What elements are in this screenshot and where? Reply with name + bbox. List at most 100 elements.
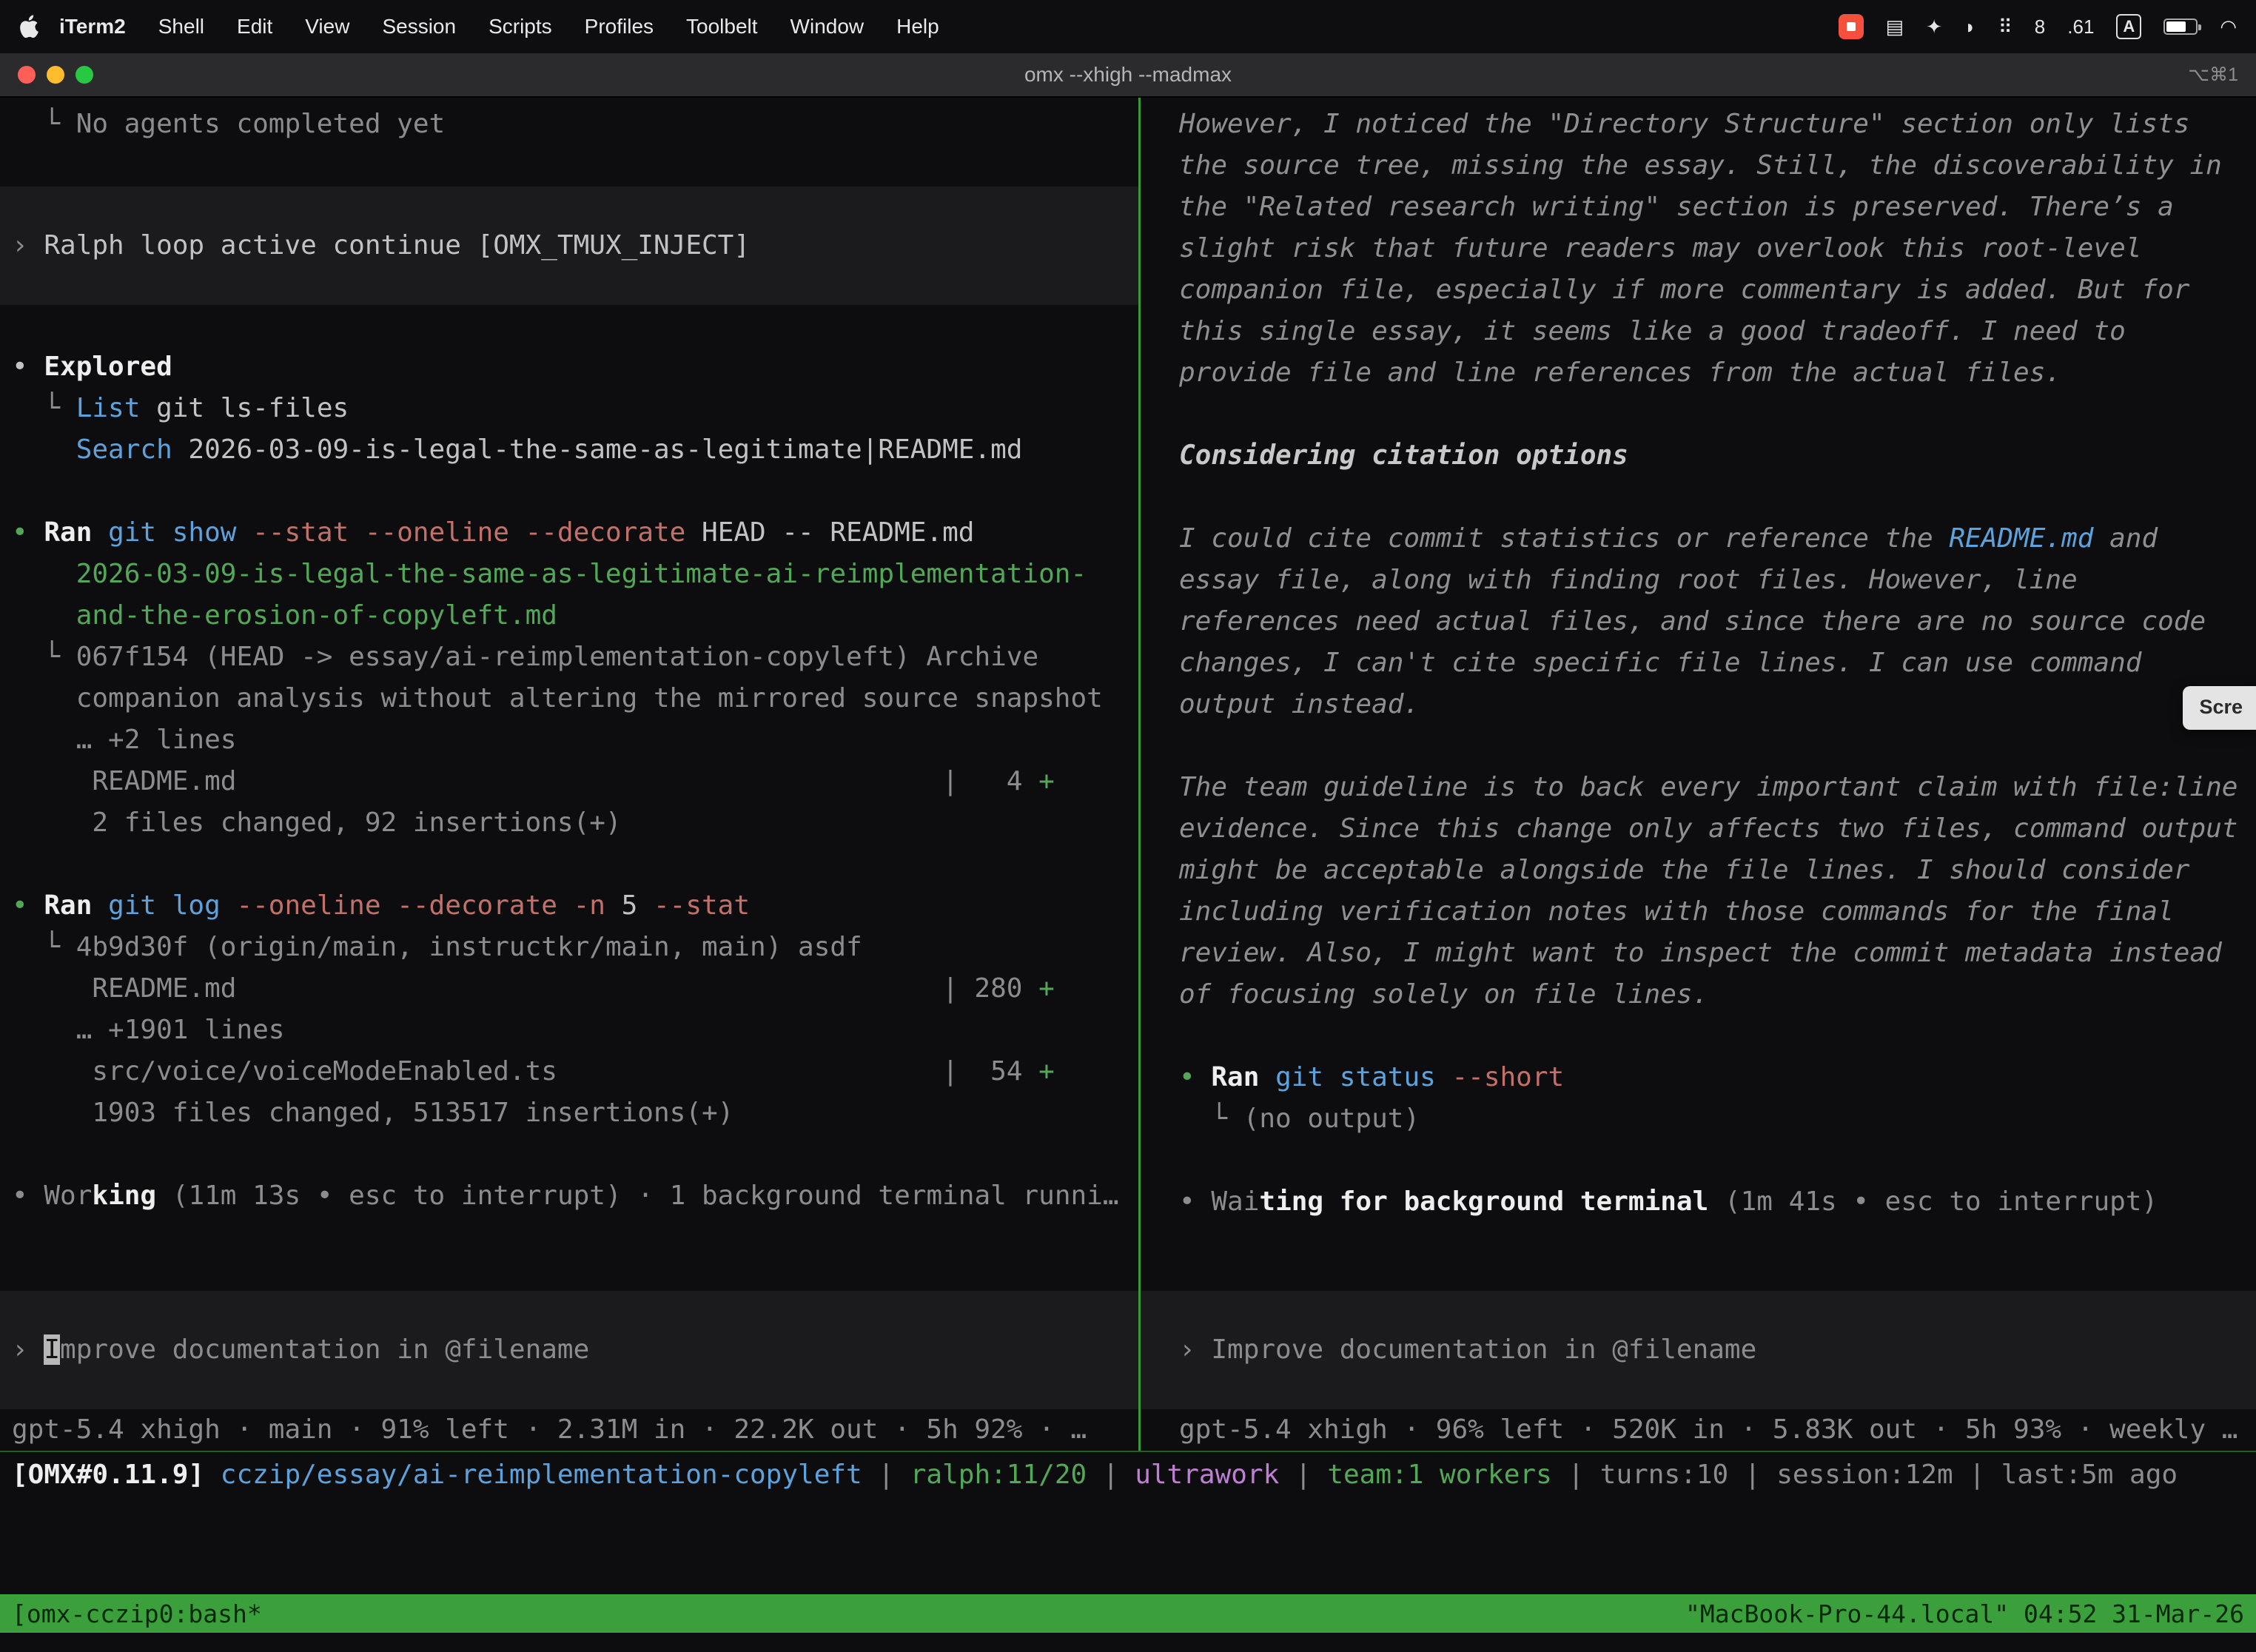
zoom-button[interactable] (75, 66, 93, 84)
menu-item-profiles[interactable]: Profiles (568, 15, 670, 38)
text-run: 2 files changed, 92 insertions(+) (12, 807, 622, 838)
text-run: ralph:11/20 (910, 1460, 1087, 1490)
terminal-line: review. Also, I might want to inspect th… (1141, 933, 2256, 974)
terminal-line: 2 files changed, 92 insertions(+) (0, 802, 1138, 844)
text-run: --stat (654, 890, 750, 921)
text-run: of focusing solely on file lines. (1179, 979, 1708, 1010)
text-run: [OMX#0.11.9] (12, 1460, 221, 1490)
battery-icon[interactable] (2163, 19, 2198, 35)
text-run: changes, I can't cite specific file line… (1179, 648, 2141, 678)
wifi-icon[interactable]: ◠ (2220, 14, 2237, 39)
app-grid-icon[interactable]: ⠿ (1998, 14, 2012, 39)
text-run: --stat --oneline --decorate (252, 517, 702, 548)
terminal-line: The team guideline is to back every impo… (1141, 767, 2256, 808)
prompt-input-line[interactable]: › Improve documentation in @filename (0, 1329, 1138, 1371)
text-run: last:5m ago (2001, 1460, 2178, 1490)
tmux-session-info: [omx-cczip0:bash* (12, 1599, 262, 1628)
text-run: README.md | 280 (12, 973, 1038, 1004)
text-run: --oneline --decorate -n (236, 890, 621, 921)
screen-recording-stop-icon[interactable] (1839, 14, 1864, 39)
close-button[interactable] (18, 66, 36, 84)
menu-item-edit[interactable]: Edit (221, 15, 289, 38)
text-run: and (2093, 523, 2158, 554)
prompt-input-right[interactable]: › Improve documentation in @filename (1141, 1291, 2256, 1409)
terminal-line: output instead. (1141, 684, 2256, 725)
menu-item-shell[interactable]: Shell (142, 15, 221, 38)
text-run: --short (1451, 1062, 1564, 1092)
screen-notification[interactable]: Scre (2183, 686, 2256, 730)
text-run: └ (no output) (1179, 1104, 1420, 1134)
blank-line (1141, 1140, 2256, 1181)
text-run: Ran (44, 890, 108, 921)
menu-item-session[interactable]: Session (366, 15, 472, 38)
text-run: └ No agents completed yet (12, 109, 445, 139)
text-run: mprove documentation in @filename (60, 1334, 589, 1365)
blank-line (1141, 394, 2256, 435)
moon-icon[interactable]: ◗ (1964, 14, 1976, 39)
text-run (12, 434, 76, 465)
blank-line (0, 1134, 1138, 1175)
keyboard-icon[interactable]: ▤ (1886, 14, 1904, 39)
text-run: companion analysis without altering the … (12, 683, 1103, 713)
apple-menu-icon[interactable] (19, 15, 38, 38)
text-run: provide file and line references from th… (1179, 357, 2061, 388)
text-run: (1m 41s • esc to interrupt) (1708, 1186, 2158, 1217)
prompt-input-line[interactable]: › Improve documentation in @filename (1141, 1329, 2256, 1371)
blank-line (1141, 725, 2256, 767)
menu-item-toolbelt[interactable]: Toolbelt (670, 15, 774, 38)
menu-item-view[interactable]: View (289, 15, 366, 38)
blank-line (0, 145, 1138, 187)
text-run: git ls-files (140, 393, 349, 423)
text-run: Ran (44, 517, 108, 548)
tmux-pane-left[interactable]: └ No agents completed yet› Ralph loop ac… (0, 98, 1138, 1451)
text-run: gpt-5.4 xhigh · main · 91% left · 2.31M … (12, 1414, 1087, 1445)
text-run: | (1279, 1460, 1327, 1490)
macos-menu-bar: iTerm2ShellEditViewSessionScriptsProfile… (0, 0, 2256, 53)
text-run: • (12, 890, 44, 921)
terminal-line: essay file, along with finding root file… (1141, 560, 2256, 601)
text-run: • (1179, 1186, 1211, 1217)
text-run: The team guideline is to back every impo… (1179, 772, 2237, 802)
text-run: king (92, 1181, 156, 1211)
text-run: evidence. Since this change only affects… (1179, 813, 2237, 844)
terminal-line: I could cite commit statistics or refere… (1141, 518, 2256, 560)
terminal-line: the source tree, missing the essay. Stil… (1141, 145, 2256, 187)
menu-item-help[interactable]: Help (880, 15, 956, 38)
meter-badge[interactable]: .61 (2067, 14, 2094, 39)
terminal-line: of focusing solely on file lines. (1141, 974, 2256, 1015)
minimize-button[interactable] (47, 66, 64, 84)
text-run: + (1038, 766, 1055, 796)
menu-item-window[interactable]: Window (774, 15, 881, 38)
terminal-line: README.md | 280 + (0, 968, 1138, 1010)
menu-items: iTerm2ShellEditViewSessionScriptsProfile… (43, 15, 956, 38)
menu-item-iterm2[interactable]: iTerm2 (43, 15, 142, 38)
text-run: src/voice/voiceModeEnabled.ts | 54 (12, 1056, 1038, 1087)
text-run: However, I noticed the "Directory Struct… (1179, 109, 2189, 139)
text-run: essay file, along with finding root file… (1179, 565, 2078, 595)
terminal-line: 1903 files changed, 513517 insertions(+) (0, 1092, 1138, 1134)
terminal-line: including verification notes with those … (1141, 891, 2256, 933)
terminal-line: └ 4b9d30f (origin/main, instructkr/main,… (0, 927, 1138, 968)
text-run: review. Also, I might want to inspect th… (1179, 938, 2222, 968)
input-source-icon[interactable]: A (2116, 14, 2141, 39)
text-run: Wor (44, 1181, 92, 1211)
text-run: this single essay, it seems like a good … (1179, 316, 2126, 346)
terminal-line: … +2 lines (0, 719, 1138, 761)
tmux-host-time: "MacBook-Pro-44.local" 04:52 31-Mar-26 (1685, 1599, 2244, 1628)
model-status-line-right: gpt-5.4 xhigh · 96% left · 520K in · 5.8… (1141, 1409, 2256, 1451)
terminal-line: Search 2026-03-09-is-legal-the-same-as-l… (0, 429, 1138, 471)
text-run: └ (12, 932, 76, 962)
sparkle-icon[interactable]: ✦ (1926, 14, 1942, 39)
text-run: Wai (1211, 1186, 1259, 1217)
terminal-line: • Explored (0, 346, 1138, 388)
text-run: ultrawork (1135, 1460, 1279, 1490)
text-run: List (76, 393, 141, 423)
password-app-icon[interactable]: 8 (2035, 14, 2045, 39)
terminal-output-right: However, I noticed the "Directory Struct… (1141, 104, 2256, 1223)
menu-item-scripts[interactable]: Scripts (472, 15, 568, 38)
tmux-pane-right[interactable]: However, I noticed the "Directory Struct… (1141, 98, 2256, 1451)
text-run: 067f154 (HEAD -> essay/ai-reimplementati… (76, 642, 1038, 672)
prompt-input-left[interactable]: › Improve documentation in @filename (0, 1291, 1138, 1409)
text-run: 2026-03-09-is-legal-the-same-as-legitima… (12, 559, 1087, 589)
window-title-bar[interactable]: omx --xhigh --madmax ⌥⌘1 (0, 53, 2256, 98)
